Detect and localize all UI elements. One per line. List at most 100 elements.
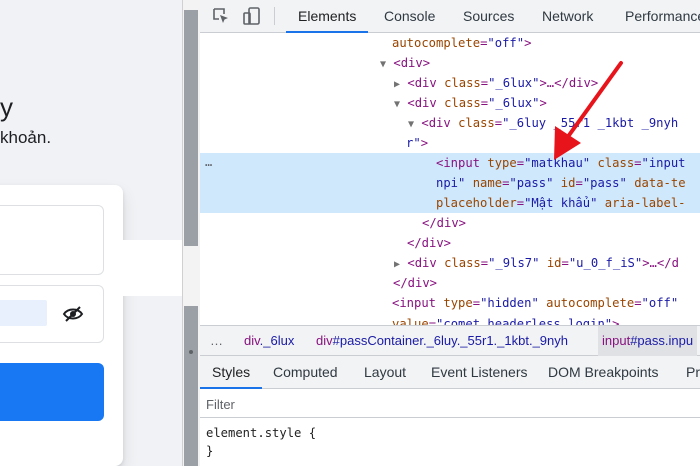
styles-pane-tabs: Styles Computed Layout Event Listeners D… <box>200 356 700 389</box>
toolbar-separator <box>274 7 275 25</box>
attr-value: "hidden" <box>480 296 539 310</box>
attr-name: autocomplete <box>392 36 481 50</box>
attr-name: placeholder <box>436 196 517 210</box>
password-field[interactable] <box>0 285 104 343</box>
tab-event-listeners[interactable]: Event Listeners <box>431 356 528 389</box>
tag-open: <input <box>436 156 488 170</box>
login-button[interactable] <box>0 363 104 421</box>
tag-close: > <box>524 36 532 50</box>
attr-name: class <box>597 156 635 170</box>
tree-line-selected[interactable]: <input type="matkhau" class="input <box>436 153 686 173</box>
breadcrumb-item-current[interactable]: input#pass.inpu <box>598 326 698 356</box>
tag-open: <div <box>421 116 459 130</box>
tag: <div> <box>393 56 431 70</box>
page-scrollbar[interactable] <box>182 0 200 466</box>
eye-slash-icon[interactable] <box>62 305 84 323</box>
tab-sources[interactable]: Sources <box>463 0 514 33</box>
tree-line[interactable]: ▶ <div class="_6lux">…</div> <box>394 73 598 93</box>
attr-name: type <box>487 156 517 170</box>
attr-name: class <box>444 96 481 110</box>
device-toolbar-icon[interactable] <box>242 6 262 26</box>
attr-value: "_6luy _55r1 _1kbt _9nyh <box>502 116 679 130</box>
tree-line[interactable]: autocomplete="off"> <box>392 33 531 53</box>
node-more-actions[interactable]: … <box>205 153 212 173</box>
tree-line[interactable]: </div> <box>407 233 451 253</box>
scrollbar-thumb[interactable] <box>184 10 198 246</box>
tag-open: <div <box>407 76 445 90</box>
page-subtitle-fragment: khoản. <box>0 128 52 147</box>
collapse-triangle-icon[interactable]: ▼ <box>380 59 386 70</box>
tab-styles[interactable]: Styles <box>200 356 263 389</box>
tab-layout[interactable]: Layout <box>364 356 406 389</box>
collapse-triangle-icon[interactable]: ▼ <box>394 99 400 110</box>
tab-properties[interactable]: Pr <box>686 356 700 389</box>
styles-filter-bar <box>200 390 700 418</box>
scrollbar-track-lower <box>184 306 198 466</box>
breadcrumb-selector: #pass.inpu <box>630 333 694 348</box>
attr-value: "_9ls7" <box>488 256 540 270</box>
attr-name: aria-label- <box>604 196 686 210</box>
inspect-element-icon[interactable] <box>211 6 231 26</box>
tab-computed[interactable]: Computed <box>273 356 338 389</box>
password-autofill-highlight <box>0 300 47 326</box>
tag-close: > <box>420 136 429 150</box>
attr-name: name <box>472 176 503 190</box>
tree-line-selected[interactable]: npi" name="pass" id="pass" data-te <box>436 173 686 193</box>
breadcrumb-tag: div <box>316 333 333 348</box>
breadcrumb-tag: div <box>244 333 260 348</box>
tag-close: >…</d <box>642 256 679 270</box>
tab-elements[interactable]: Elements <box>286 0 369 33</box>
style-rule-selector[interactable]: element.style { <box>206 423 316 443</box>
page-heading-fragment: y <box>0 92 13 122</box>
tree-line[interactable]: ▼ <div class="_6luy _55r1 _1kbt _9nyh <box>408 113 678 133</box>
tab-performance[interactable]: Performance <box>625 0 700 33</box>
expand-triangle-icon[interactable]: ▶ <box>394 79 400 90</box>
breadcrumb-tag: input <box>602 333 631 348</box>
breadcrumb-selector: #passContainer._6luy._55r1._1kbt._9nyh <box>332 333 568 348</box>
tree-line[interactable]: ▶ <div class="_9ls7" id="u_0_f_iS">…</d <box>394 253 679 273</box>
breadcrumb-overflow[interactable]: … <box>210 326 223 356</box>
attr-value: "_6lux" <box>488 96 540 110</box>
style-rule-close: } <box>206 444 214 458</box>
devtools-panel: Elements Console Sources Network Perform… <box>200 0 700 466</box>
tag-close: >…</div> <box>539 76 599 90</box>
tag: </div> <box>393 276 438 290</box>
collapse-triangle-icon[interactable]: ▼ <box>408 119 414 130</box>
tab-network[interactable]: Network <box>542 0 593 33</box>
attr-value: npi" <box>436 176 466 190</box>
attr-value: "off" <box>641 296 679 310</box>
breadcrumb-item[interactable]: div#passContainer._6luy._55r1._1kbt._9ny… <box>316 326 568 356</box>
breadcrumb-item[interactable]: div._6lux <box>244 326 294 356</box>
attr-value: "pass" <box>509 176 554 190</box>
devtools-toolbar: Elements Console Sources Network Perform… <box>200 0 700 33</box>
resize-handle[interactable] <box>189 350 193 354</box>
tab-console[interactable]: Console <box>384 0 435 33</box>
tree-line[interactable]: ▼ <div> <box>380 53 430 73</box>
expand-triangle-icon[interactable]: ▶ <box>394 259 400 270</box>
tag: </div> <box>407 236 452 250</box>
attr-name: id <box>560 176 576 190</box>
attr-name: data-te <box>634 176 686 190</box>
tree-line[interactable]: </div> <box>422 213 466 233</box>
tree-line[interactable]: </div> <box>393 273 437 293</box>
login-page-fragment: y khoản. <box>0 0 182 466</box>
tab-dom-breakpoints[interactable]: DOM Breakpoints <box>548 356 658 389</box>
attr-value: "Mật khẩu" <box>524 196 598 210</box>
attr-name: class <box>444 256 481 270</box>
attr-value: "off" <box>487 36 525 50</box>
email-field[interactable] <box>0 205 104 275</box>
attr-value: r" <box>406 136 421 150</box>
attr-name: class <box>458 116 495 130</box>
attr-value: "_6lux" <box>488 76 540 90</box>
dom-breadcrumb: … div._6lux div#passContainer._6luy._55r… <box>200 325 700 356</box>
styles-filter-input[interactable] <box>206 394 506 414</box>
tag-open: <input <box>392 296 444 310</box>
tree-line[interactable]: r"> <box>406 133 428 153</box>
tree-line[interactable]: ▼ <div class="_6lux"> <box>394 93 547 113</box>
attr-value: "pass" <box>582 176 627 190</box>
tag-close: > <box>539 96 547 110</box>
tag: </div> <box>422 216 467 230</box>
attr-name: type <box>443 296 473 310</box>
tree-line[interactable]: <input type="hidden" autocomplete="off" <box>392 293 678 313</box>
tree-line-selected[interactable]: placeholder="Mật khẩu" aria-label- <box>436 193 686 213</box>
